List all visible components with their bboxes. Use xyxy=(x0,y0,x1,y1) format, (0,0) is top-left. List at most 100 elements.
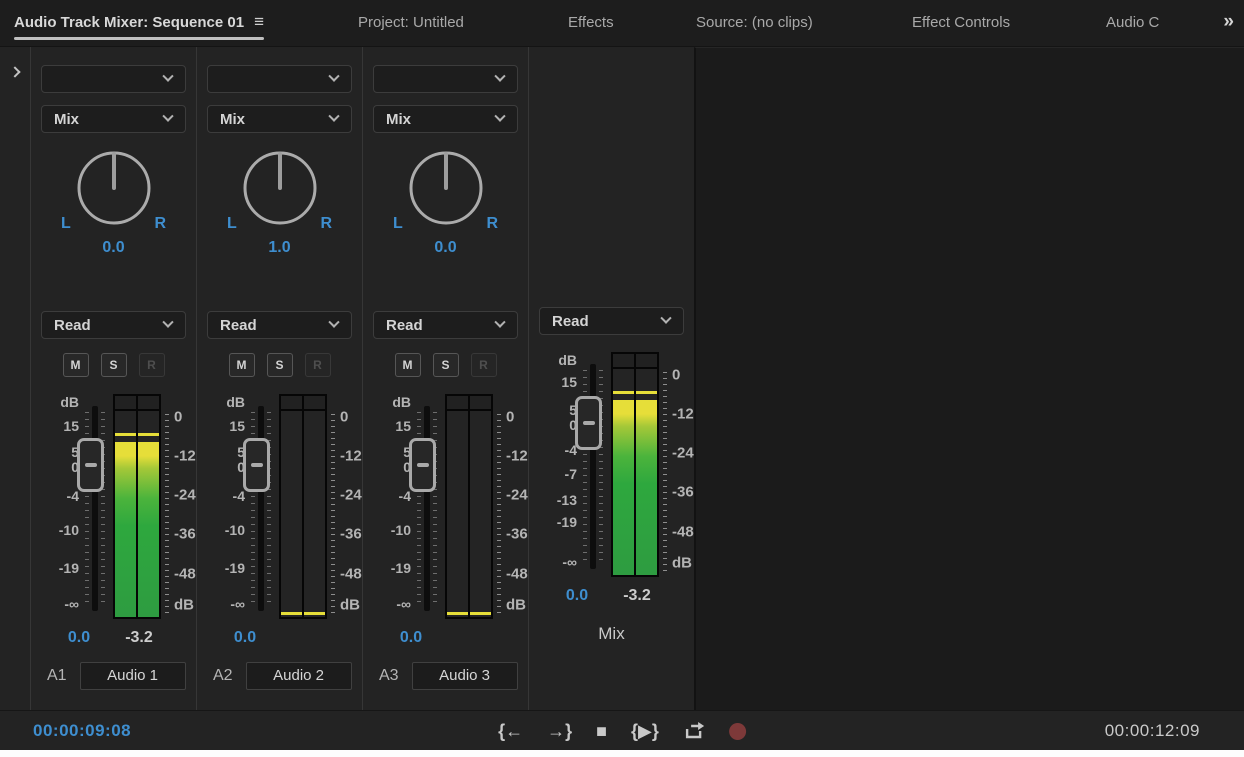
loop-button[interactable] xyxy=(683,721,705,741)
fader-track[interactable] xyxy=(590,364,596,569)
output-select[interactable]: Mix xyxy=(41,105,186,133)
peak-indicator xyxy=(281,612,302,615)
input-select[interactable] xyxy=(207,65,352,93)
loop-icon xyxy=(683,721,705,741)
pan-knob[interactable]: L R xyxy=(363,149,528,229)
show-effects-sends-toggle[interactable] xyxy=(0,47,31,710)
clip-indicators[interactable] xyxy=(281,396,325,411)
record-arm-button[interactable]: R xyxy=(139,353,165,377)
fader-handle[interactable] xyxy=(243,438,270,492)
scale-label: 0 xyxy=(174,409,182,426)
tab-audio-clip-mixer[interactable]: Audio C xyxy=(1106,0,1159,44)
value-readouts: 0.0 -3.2 xyxy=(31,629,196,647)
automation-mode-select[interactable]: Read xyxy=(373,311,518,339)
fader-handle[interactable] xyxy=(575,396,602,450)
input-select[interactable] xyxy=(373,65,518,93)
scale-label: -19 xyxy=(391,560,411,576)
mute-button[interactable]: M xyxy=(229,353,255,377)
channel-strip-audio2: Mix L R 1.0 Read M S xyxy=(197,47,363,710)
scale-label: 15 xyxy=(395,418,411,434)
tab-audio-track-mixer[interactable]: Audio Track Mixer: Sequence 01 ≡ xyxy=(14,0,264,44)
channel-strip-audio3: Mix L R 0.0 Read M S xyxy=(363,47,529,710)
go-to-out-button[interactable]: →} xyxy=(547,722,572,740)
gain-value[interactable]: 0.0 xyxy=(57,629,101,647)
chevron-down-icon xyxy=(162,71,173,82)
pan-value[interactable]: 1.0 xyxy=(197,239,362,257)
solo-button[interactable]: S xyxy=(101,353,127,377)
solo-button[interactable]: S xyxy=(267,353,293,377)
tab-overflow-icon[interactable]: » xyxy=(1223,0,1234,44)
go-to-in-button[interactable]: {← xyxy=(498,722,523,740)
gain-value[interactable]: 0.0 xyxy=(555,587,599,605)
scale-label: -∞ xyxy=(64,596,79,612)
track-name-field[interactable]: Audio 2 xyxy=(246,662,352,690)
fader-track[interactable] xyxy=(424,406,430,611)
output-select[interactable]: Mix xyxy=(373,105,518,133)
fader-track[interactable] xyxy=(258,406,264,611)
solo-button[interactable]: S xyxy=(433,353,459,377)
gain-value[interactable]: 0.0 xyxy=(389,629,433,647)
input-select[interactable] xyxy=(41,65,186,93)
current-timecode[interactable]: 00:00:09:08 xyxy=(33,711,131,751)
tab-effects[interactable]: Effects xyxy=(568,0,614,44)
volume-fader: dB1550-4-7-13-19-∞ xyxy=(529,352,603,577)
scale-label: -36 xyxy=(340,526,362,543)
scale-label: -24 xyxy=(340,487,362,504)
chevron-down-icon xyxy=(162,111,173,122)
automation-mode-value: Read xyxy=(540,313,589,330)
fader-handle[interactable] xyxy=(409,438,436,492)
track-name-field[interactable]: Audio 3 xyxy=(412,662,518,690)
value-readouts: 0.0 xyxy=(197,629,362,647)
scale-label: 15 xyxy=(229,418,245,434)
panel-menu-icon[interactable]: ≡ xyxy=(254,12,264,32)
scale-label: -12 xyxy=(506,448,528,465)
track-name-field[interactable]: Audio 1 xyxy=(80,662,186,690)
automation-mode-select[interactable]: Read xyxy=(207,311,352,339)
scale-label: dB xyxy=(392,394,411,410)
channel-strip-audio1: Mix L R 0.0 Read M S xyxy=(31,47,197,710)
fader-track[interactable] xyxy=(92,406,98,611)
scale-label: 15 xyxy=(63,418,79,434)
level-meter xyxy=(611,352,659,577)
meter-fill xyxy=(115,442,136,617)
scale-label: dB xyxy=(226,394,245,410)
clip-indicators[interactable] xyxy=(115,396,159,411)
record-arm-button[interactable]: R xyxy=(305,353,331,377)
play-in-to-out-button[interactable]: {▶} xyxy=(631,722,659,740)
scale-label: -19 xyxy=(225,560,245,576)
scale-label: -12 xyxy=(340,448,362,465)
pan-knob[interactable]: L R xyxy=(197,149,362,229)
pan-knob[interactable]: L R xyxy=(31,149,196,229)
pan-value[interactable]: 0.0 xyxy=(363,239,528,257)
mute-button[interactable]: M xyxy=(395,353,421,377)
scale-label: dB xyxy=(340,597,360,614)
main-area: Mix L R 0.0 Read M S xyxy=(0,47,1244,710)
gain-value[interactable]: 0.0 xyxy=(223,629,267,647)
scale-label: -12 xyxy=(672,406,694,423)
pan-value[interactable]: 0.0 xyxy=(31,239,196,257)
automation-mode-value: Read xyxy=(374,317,423,334)
tab-project[interactable]: Project: Untitled xyxy=(358,0,464,44)
scale-label: -48 xyxy=(506,566,528,583)
tab-effect-controls[interactable]: Effect Controls xyxy=(912,0,1010,44)
tab-source[interactable]: Source: (no clips) xyxy=(696,0,813,44)
output-select[interactable]: Mix xyxy=(207,105,352,133)
scale-label: dB xyxy=(558,352,577,368)
pan-knob-dial[interactable] xyxy=(407,149,485,227)
record-button[interactable] xyxy=(729,723,746,740)
pan-knob-dial[interactable] xyxy=(75,149,153,227)
scale-label: 0 xyxy=(340,409,348,426)
scale-label: -13 xyxy=(557,492,577,508)
record-arm-button[interactable]: R xyxy=(471,353,497,377)
peak-value xyxy=(439,629,503,647)
track-name-row: A3 Audio 3 xyxy=(363,661,528,691)
mute-button[interactable]: M xyxy=(63,353,89,377)
pan-knob-dial[interactable] xyxy=(241,149,319,227)
clip-indicators[interactable] xyxy=(613,354,657,369)
clip-indicators[interactable] xyxy=(447,396,491,411)
automation-mode-select[interactable]: Read xyxy=(41,311,186,339)
automation-mode-select[interactable]: Read xyxy=(539,307,684,335)
fader-handle[interactable] xyxy=(77,438,104,492)
stop-button[interactable]: ■ xyxy=(596,722,607,740)
tab-label: Audio Track Mixer: Sequence 01 xyxy=(14,14,244,31)
